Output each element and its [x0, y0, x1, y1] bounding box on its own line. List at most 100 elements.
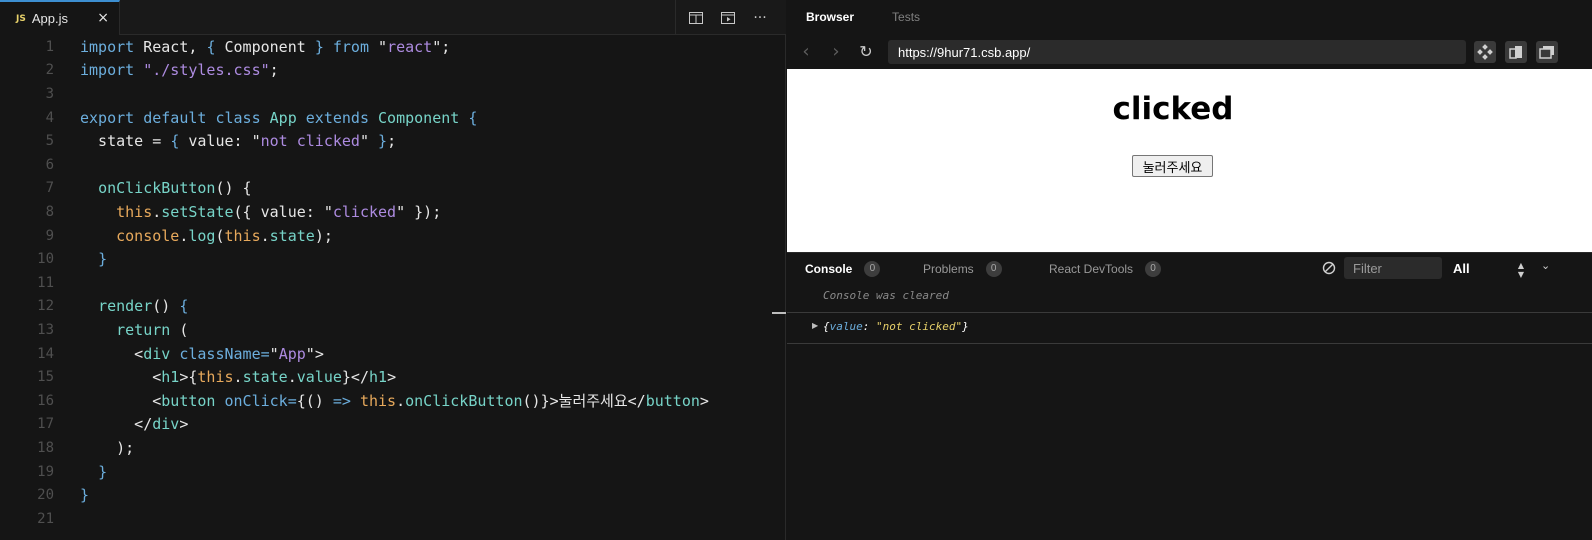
- tab-problems[interactable]: Problems 0: [923, 253, 1002, 284]
- browser-preview: clicked 눌러주세요: [787, 69, 1592, 252]
- code-line-7: 7 onClickButton() {: [0, 177, 786, 201]
- code-text: <button onClick={() => this.onClickButto…: [80, 392, 709, 411]
- line-number: 17: [37, 416, 54, 433]
- code-line-2: 2 import "./styles.css";: [0, 59, 786, 83]
- code-text: );: [80, 438, 135, 457]
- preview-window-icon[interactable]: [712, 0, 744, 35]
- code-line-14: 14 <div className="App">: [0, 342, 786, 366]
- code-text: import React, { Component } from "react"…: [80, 37, 451, 56]
- tab-label: App.js: [31, 11, 68, 26]
- line-number: 5: [45, 133, 54, 150]
- tab-react-devtools[interactable]: React DevTools 0: [1049, 253, 1162, 284]
- back-icon[interactable]: ‹: [791, 37, 821, 67]
- code-text: state = { value: "not clicked" };: [80, 132, 397, 151]
- chevron-down-icon[interactable]: ⌄: [1541, 259, 1550, 272]
- console-divider: [787, 312, 1592, 313]
- expand-triangle-icon[interactable]: ▶: [812, 321, 818, 330]
- tab-app-js[interactable]: JS App.js ×: [0, 0, 120, 35]
- browser-nav-bar: ‹ › ↻ https://9hur71.csb.app/: [787, 34, 1592, 69]
- line-number: 9: [45, 227, 54, 244]
- problems-count-badge: 0: [985, 260, 1002, 277]
- code-text: render() {: [98, 297, 189, 316]
- line-number: 15: [37, 369, 54, 386]
- line-number: 1: [45, 38, 54, 55]
- line-number: 20: [37, 487, 54, 504]
- open-new-window-icon[interactable]: [1505, 41, 1527, 63]
- code-line-8: 8 this.setState({ value: "clicked" });: [0, 200, 786, 224]
- line-number: 6: [45, 156, 54, 173]
- code-line-9: 9 console.log(this.state);: [0, 224, 786, 248]
- preview-tabs: Browser Tests: [787, 0, 1592, 34]
- clear-console-icon[interactable]: [1322, 261, 1336, 275]
- code-line-16: 16 <button onClick={() => this.onClickBu…: [0, 389, 786, 413]
- tab-console[interactable]: Console 0: [805, 253, 881, 284]
- preview-pane: Browser Tests ‹ › ↻ https://9hur71.csb.a…: [787, 0, 1592, 540]
- code-text: export default class App extends Compone…: [80, 108, 478, 127]
- code-text: import "./styles.css";: [80, 61, 279, 80]
- tab-tests[interactable]: Tests: [873, 10, 939, 24]
- preview-scrollbar[interactable]: [1577, 69, 1592, 252]
- line-number: 8: [45, 203, 54, 220]
- split-view-icon[interactable]: [680, 0, 712, 35]
- more-actions-icon[interactable]: ···: [744, 0, 776, 35]
- code-line-21: 21: [0, 507, 786, 531]
- code-text: }: [98, 462, 108, 481]
- tab-console-label: Console: [805, 261, 853, 276]
- actions-divider: [675, 0, 676, 35]
- close-icon[interactable]: ×: [97, 10, 109, 26]
- filter-input[interactable]: Filter: [1344, 257, 1442, 279]
- code-text: onClickButton() {: [98, 179, 252, 198]
- code-line-13: 13 return (: [0, 318, 786, 342]
- log-level-value: All: [1453, 260, 1470, 276]
- url-input[interactable]: https://9hur71.csb.app/: [888, 40, 1466, 64]
- code-text: <div className="App">: [80, 344, 324, 363]
- forward-icon[interactable]: ›: [821, 37, 851, 67]
- console-log-entry[interactable]: ▶ {value: "not clicked"}: [812, 320, 969, 333]
- code-text: }: [80, 486, 90, 505]
- console-output: Console was cleared ▶ {value: "not click…: [787, 283, 1592, 540]
- code-line-12: 12 render() {: [0, 295, 786, 319]
- line-number: 13: [37, 321, 54, 338]
- devtools-icon[interactable]: [1474, 41, 1496, 63]
- code-line-5: 5 state = { value: "not clicked" };: [0, 129, 786, 153]
- code-line-20: 20 }: [0, 483, 786, 507]
- log-level-select[interactable]: All ▲ ▼: [1450, 257, 1526, 279]
- code-text: </div>: [80, 415, 189, 434]
- line-number: 7: [45, 180, 54, 197]
- line-number: 3: [45, 85, 54, 102]
- console-cleared-message: Console was cleared: [823, 289, 949, 302]
- console-toolbar: Console 0 Problems 0 React DevTools 0 Fi…: [787, 252, 1592, 283]
- line-number: 2: [45, 62, 54, 79]
- pane-resize-handle[interactable]: [772, 312, 786, 314]
- tab-problems-label: Problems: [923, 261, 974, 276]
- line-number: 21: [37, 510, 54, 527]
- devtools-count-badge: 0: [1145, 260, 1162, 277]
- js-file-icon: JS: [16, 13, 26, 24]
- code-line-6: 6: [0, 153, 786, 177]
- code-line-17: 17 </div>: [0, 413, 786, 437]
- line-number: 11: [37, 274, 54, 291]
- code-text: }: [98, 250, 108, 269]
- line-number: 19: [37, 463, 54, 480]
- line-number: 18: [37, 439, 54, 456]
- press-me-button[interactable]: 눌러주세요: [1132, 155, 1213, 177]
- code-line-3: 3: [0, 82, 786, 106]
- layout-icon[interactable]: [1536, 41, 1558, 63]
- code-text: return (: [116, 320, 189, 339]
- tab-browser[interactable]: Browser: [787, 10, 873, 24]
- code-text: <h1>{this.state.value}</h1>: [80, 368, 397, 387]
- code-line-18: 18 );: [0, 436, 786, 460]
- codesandbox-window: JS App.js × ··· 1 import React, { Compon…: [0, 0, 1592, 540]
- tab-react-devtools-label: React DevTools: [1049, 261, 1134, 276]
- code-line-15: 15 <h1>{this.state.value}</h1>: [0, 365, 786, 389]
- code-line-19: 19 }: [0, 460, 786, 484]
- code-text: console.log(this.state);: [116, 226, 333, 245]
- code-line-11: 11: [0, 271, 786, 295]
- line-number: 4: [45, 109, 54, 126]
- code-text: this.setState({ value: "clicked" });: [116, 202, 442, 221]
- code-line-10: 10 }: [0, 247, 786, 271]
- editor-tab-bar: JS App.js × ···: [0, 0, 786, 35]
- reload-icon[interactable]: ↻: [851, 37, 881, 67]
- console-divider: [787, 343, 1592, 344]
- code-area[interactable]: 1 import React, { Component } from "reac…: [0, 35, 786, 540]
